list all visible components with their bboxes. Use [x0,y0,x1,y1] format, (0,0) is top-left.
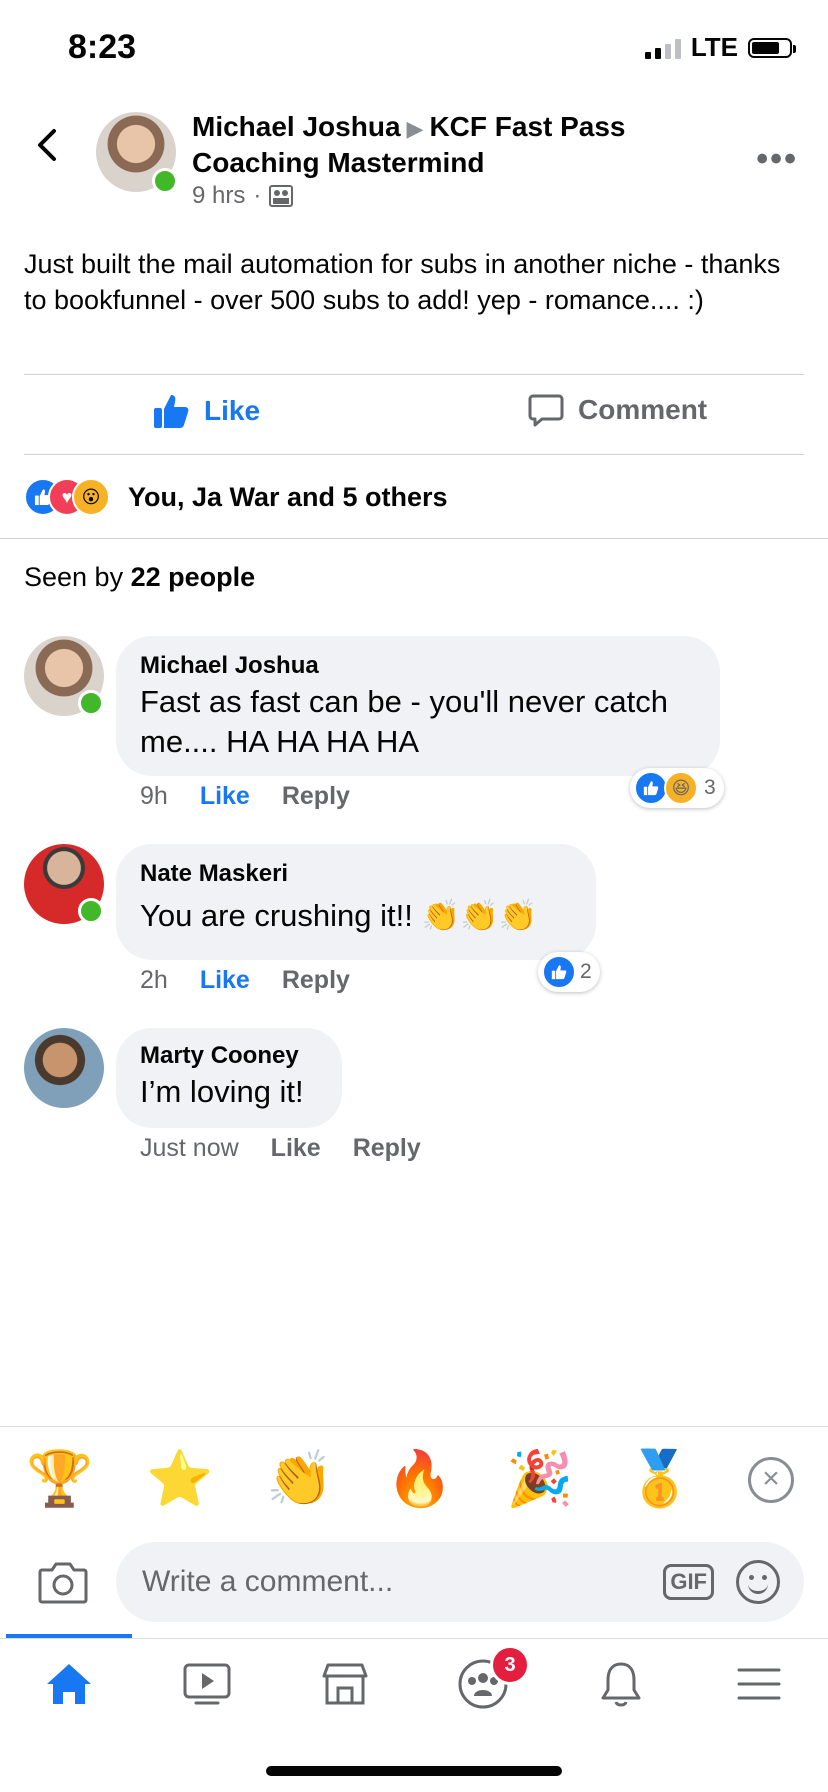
video-icon [183,1663,231,1705]
post-time[interactable]: 9 hrs [192,182,245,210]
post-text: Just built the mail automation for subs … [24,249,781,315]
gif-button[interactable]: GIF [663,1564,714,1600]
commenter-avatar[interactable] [24,1028,104,1108]
tab-menu[interactable] [690,1639,828,1729]
author-avatar[interactable] [96,112,178,194]
comment-bubble[interactable]: Nate Maskeri You are crushing it!! 👏👏👏 [116,844,596,960]
sticker-suggestions: 🏆 ⭐ 👏 🔥 🎉 🥇 × [0,1426,828,1531]
comment-author[interactable]: Marty Cooney [140,1040,318,1072]
reaction-count: 2 [580,960,592,983]
star-icon[interactable]: ⭐ [120,1448,240,1511]
divider [0,538,828,539]
author-name[interactable]: Michael Joshua [192,111,401,142]
bottom-tab-bar: 3 [0,1638,828,1729]
fire-icon[interactable]: 🔥 [360,1448,480,1511]
back-icon[interactable] [30,128,64,162]
comment-reply-button[interactable]: Reply [353,1134,421,1163]
network-label: LTE [690,32,738,62]
party-popper-icon[interactable]: 🎉 [480,1448,600,1511]
comment-bubble[interactable]: Michael Joshua Fast as fast can be - you… [116,636,720,776]
seen-by[interactable]: Seen by 22 people [24,562,255,593]
comment-bubble[interactable]: Marty Cooney I’m loving it! [116,1028,342,1128]
comment-time[interactable]: Just now [140,1134,239,1163]
online-indicator [78,690,104,716]
tab-marketplace[interactable] [276,1639,414,1729]
comment-time[interactable]: 9h [140,782,168,811]
comment-reply-button[interactable]: Reply [282,966,350,995]
post-meta: 9 hrs · [192,182,294,210]
comment-actions: 9h Like Reply [140,782,350,811]
reaction-count: 3 [704,776,716,799]
seen-count: 22 people [130,562,256,592]
home-indicator [266,1766,562,1776]
reactions-text: You, Ja War and 5 others [128,481,448,512]
divider [24,374,804,375]
camera-icon[interactable] [38,1560,88,1604]
thumbs-up-icon [154,395,189,428]
comment-like-button[interactable]: Like [200,782,250,811]
comment-reactions[interactable]: 2 [538,952,600,992]
tab-groups[interactable]: 3 [414,1639,552,1729]
commenter-avatar[interactable] [24,636,104,716]
comment-label: Comment [578,394,708,425]
comment-reply-button[interactable]: Reply [282,782,350,811]
group-audience-icon [269,185,294,207]
comment-text: I’m loving it! [140,1074,304,1109]
medal-icon[interactable]: 🥇 [600,1448,720,1511]
clapping-hands-icon[interactable]: 👏 [240,1448,360,1511]
arrow-right-icon: ▶ [406,116,424,141]
like-label: Like [204,395,261,426]
commenter-avatar[interactable] [24,844,104,924]
comment-button[interactable]: Comment [528,392,707,428]
menu-icon [737,1668,781,1700]
comment-actions: 2h Like Reply [140,966,350,995]
comment-reactions[interactable]: 😆 3 [630,768,724,808]
comment-text: You are crushing it!! 👏👏👏 [140,898,538,933]
comment-like-button[interactable]: Like [200,966,250,995]
like-reaction-icon [542,955,576,989]
seen-prefix: Seen by [24,562,124,592]
marketplace-icon [322,1663,368,1705]
tab-home[interactable] [0,1639,138,1729]
reactions-summary[interactable]: ♥ 😮 You, Ja War and 5 others [24,478,448,516]
comment-text: Fast as fast can be - you'll never catch… [140,684,668,759]
divider [24,454,804,455]
post-header-title: Michael Joshua ▶ KCF Fast Pass Coaching Ma… [192,110,712,180]
battery-icon [748,37,796,58]
comment-actions: Just now Like Reply [140,1134,421,1163]
home-icon [47,1664,91,1704]
wow-reaction-icon: 😮 [72,478,110,516]
comment-author[interactable]: Nate Maskeri [140,858,572,890]
online-indicator [78,898,104,924]
groups-badge: 3 [490,1645,530,1685]
comment-like-button[interactable]: Like [271,1134,321,1163]
more-options-icon[interactable]: ••• [756,140,798,179]
comment-icon [528,394,564,427]
comment-composer[interactable]: GIF [116,1542,804,1622]
comment-input[interactable] [140,1564,664,1600]
status-time: 8:23 [68,28,137,66]
status-indicators: LTE [644,32,796,63]
haha-reaction-icon: 😆 [664,771,698,805]
trophy-icon[interactable]: 🏆 [0,1448,120,1511]
comment-author[interactable]: Michael Joshua [140,650,696,682]
tab-notifications[interactable] [552,1639,690,1729]
tab-watch[interactable] [138,1639,276,1729]
emoji-icon[interactable] [736,1560,780,1604]
online-indicator [152,168,178,194]
comment-time[interactable]: 2h [140,966,168,995]
signal-icon [644,37,681,59]
bell-icon [601,1662,641,1707]
like-reaction-icon [634,771,668,805]
close-icon[interactable]: × [748,1457,794,1503]
like-button[interactable]: Like [152,392,260,430]
